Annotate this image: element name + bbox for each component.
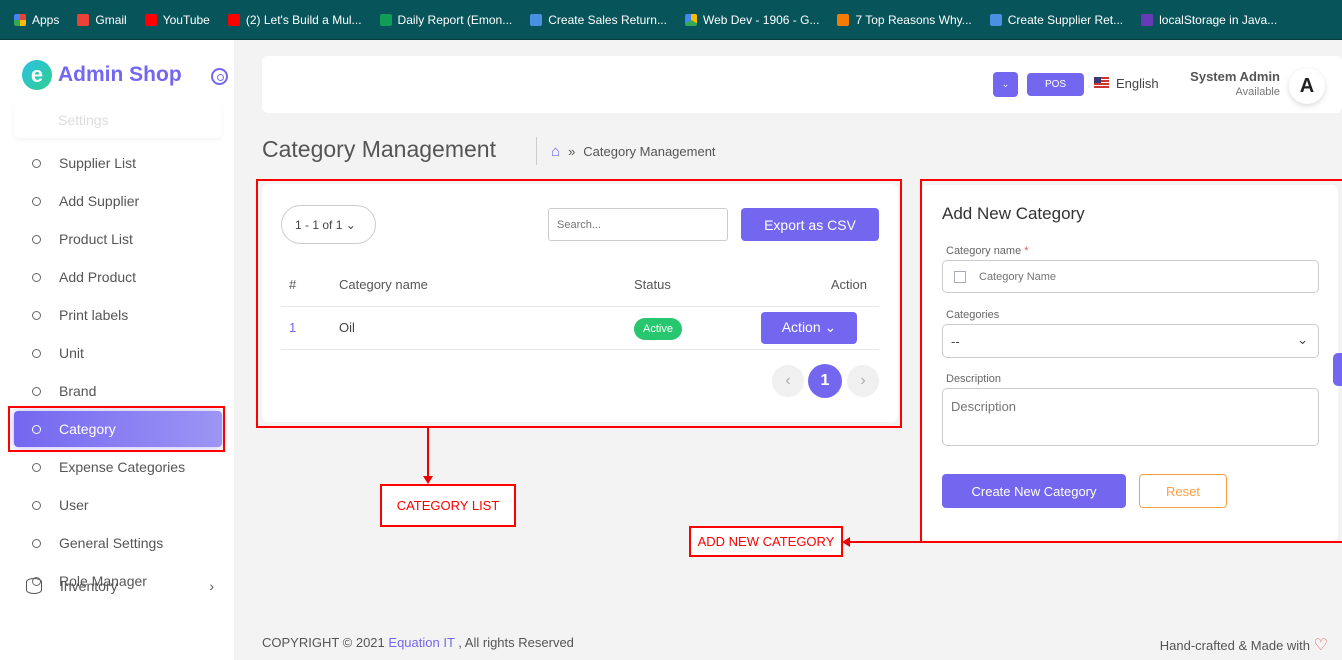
bookmark-label: (2) Let's Build a Mul... bbox=[245, 12, 362, 27]
sidebar-toggle-icon[interactable] bbox=[211, 68, 228, 85]
nav-label: Unit bbox=[59, 345, 84, 361]
sidebar-settings[interactable]: Settings bbox=[14, 104, 222, 138]
nav-label: Brand bbox=[59, 383, 97, 399]
youtube-icon bbox=[144, 13, 157, 26]
nav-label: Product List bbox=[59, 231, 133, 247]
user-name: System Admin bbox=[1190, 69, 1280, 84]
copyright-text: COPYRIGHT © 2021 bbox=[262, 635, 385, 650]
sidebar-item-print-labels[interactable]: Print labels bbox=[14, 297, 222, 333]
highlight-add-category bbox=[920, 179, 1342, 543]
gmail-icon bbox=[77, 13, 90, 26]
bookmark-youtube[interactable]: YouTube bbox=[144, 12, 210, 27]
arrow-line bbox=[850, 541, 922, 543]
h-icon bbox=[837, 13, 850, 26]
bookmark-label: Create Supplier Ret... bbox=[1007, 12, 1124, 27]
sidebar-item-unit[interactable]: Unit bbox=[14, 335, 222, 371]
nav-label: General Settings bbox=[59, 535, 164, 551]
top-navbar: ⌄ POS English System Admin Available A bbox=[262, 56, 1342, 113]
circle-icon bbox=[32, 348, 41, 358]
apps-icon bbox=[14, 13, 26, 26]
bookmark-apps[interactable]: Apps bbox=[14, 13, 59, 27]
bookmark-label: Gmail bbox=[95, 12, 127, 27]
annotation-category-list: CATEGORY LIST bbox=[380, 484, 516, 527]
check-icon bbox=[989, 13, 1002, 26]
language-selector[interactable]: English bbox=[1116, 76, 1159, 91]
sidebar-item-add-supplier[interactable]: Add Supplier bbox=[14, 183, 222, 219]
brand-name: Admin Shop bbox=[58, 63, 182, 86]
chevron-right-icon: › bbox=[209, 578, 214, 594]
circle-icon bbox=[32, 158, 41, 168]
bookmark-daily-report[interactable]: Daily Report (Emon... bbox=[379, 12, 513, 27]
sidebar-item-brand[interactable]: Brand bbox=[14, 373, 222, 409]
company-link[interactable]: Equation IT bbox=[388, 635, 454, 650]
bookmark-label: Create Sales Return... bbox=[548, 12, 667, 27]
footer-made: Hand-crafted & Made with ♡ bbox=[1160, 635, 1328, 655]
bookmark-label: YouTube bbox=[162, 12, 210, 27]
bookmark-web-dev[interactable]: Web Dev - 1906 - G... bbox=[684, 12, 820, 27]
made-text: Hand-crafted & Made with bbox=[1159, 638, 1311, 653]
sidebar-item-supplier-list[interactable]: Supplier List bbox=[14, 145, 222, 181]
check-icon bbox=[530, 13, 543, 26]
sidebar-item-user[interactable]: User bbox=[14, 487, 222, 523]
bookmark-localstorage[interactable]: localStorage in Java... bbox=[1141, 13, 1277, 27]
highlight-category bbox=[8, 406, 225, 452]
nav-label: Print labels bbox=[59, 307, 129, 323]
bookmark-supplier-return[interactable]: Create Supplier Ret... bbox=[989, 12, 1124, 27]
settings-label: Settings bbox=[58, 112, 109, 128]
nav-label: Add Supplier bbox=[59, 193, 140, 209]
sidebar-item-inventory[interactable]: Inventory › bbox=[14, 568, 222, 604]
circle-icon bbox=[32, 462, 41, 472]
breadcrumb: ⌂ » Category Management bbox=[536, 137, 716, 165]
sidebar-item-expense-categories[interactable]: Expense Categories bbox=[14, 449, 222, 485]
us-flag-icon bbox=[1094, 77, 1109, 88]
circle-icon bbox=[32, 500, 41, 510]
nav-label: User bbox=[59, 497, 89, 513]
bookmark-label: localStorage in Java... bbox=[1159, 12, 1278, 27]
bookmark-reasons[interactable]: 7 Top Reasons Why... bbox=[837, 12, 972, 27]
sidebar-item-add-product[interactable]: Add Product bbox=[14, 259, 222, 295]
footer-copyright: COPYRIGHT © 2021 Equation IT , All right… bbox=[262, 635, 574, 650]
circle-icon bbox=[32, 196, 41, 206]
bookmark-gmail[interactable]: Gmail bbox=[77, 12, 127, 27]
nav-label: Inventory bbox=[60, 578, 118, 594]
bookmark-sales-return[interactable]: Create Sales Return... bbox=[530, 13, 667, 27]
highlight-category-list bbox=[256, 179, 902, 428]
page-title: Category Management bbox=[262, 136, 496, 162]
circle-icon bbox=[32, 386, 41, 396]
annotation-add-category: ADD NEW CATEGORY bbox=[689, 526, 843, 557]
drive-icon bbox=[684, 13, 697, 26]
bookmarks-bar: Apps Gmail YouTube (2) Let's Build a Mul… bbox=[0, 0, 1342, 40]
arrow-line bbox=[427, 426, 429, 482]
pos-button[interactable]: POS bbox=[1027, 73, 1084, 96]
heart-icon: ♡ bbox=[1313, 637, 1328, 654]
bookmark-youtube-2[interactable]: (2) Let's Build a Mul... bbox=[227, 12, 362, 27]
sheets-icon bbox=[379, 13, 392, 26]
sidebar-item-general-settings[interactable]: General Settings bbox=[14, 525, 222, 561]
avatar[interactable]: A bbox=[1289, 68, 1325, 104]
circle-icon bbox=[32, 234, 41, 244]
bookmark-label: 7 Top Reasons Why... bbox=[855, 12, 972, 27]
user-status: Available bbox=[1235, 86, 1280, 98]
arrow-head bbox=[842, 537, 850, 547]
bookmark-label: Web Dev - 1906 - G... bbox=[702, 12, 820, 27]
bookmark-label: Daily Report (Emon... bbox=[397, 12, 513, 27]
breadcrumb-separator: » bbox=[568, 143, 576, 159]
nav-label: Add Product bbox=[59, 269, 137, 285]
database-icon bbox=[26, 578, 42, 594]
rights-text: , All rights Reserved bbox=[458, 635, 574, 650]
nav-label: Supplier List bbox=[59, 155, 137, 171]
brand-logo[interactable]: e Admin Shop bbox=[22, 60, 182, 90]
circle-icon bbox=[32, 272, 41, 282]
circle-icon bbox=[32, 310, 41, 320]
nav-label: Expense Categories bbox=[59, 459, 186, 475]
circle-icon bbox=[32, 538, 41, 548]
logo-icon: e bbox=[22, 60, 52, 90]
rocket-icon bbox=[1141, 13, 1154, 26]
dropdown-button[interactable]: ⌄ bbox=[993, 72, 1018, 97]
breadcrumb-current: Category Management bbox=[583, 143, 716, 159]
bookmark-label: Apps bbox=[32, 12, 60, 27]
sidebar-item-product-list[interactable]: Product List bbox=[14, 221, 222, 257]
home-icon[interactable]: ⌂ bbox=[551, 143, 560, 160]
youtube-icon bbox=[227, 13, 240, 26]
